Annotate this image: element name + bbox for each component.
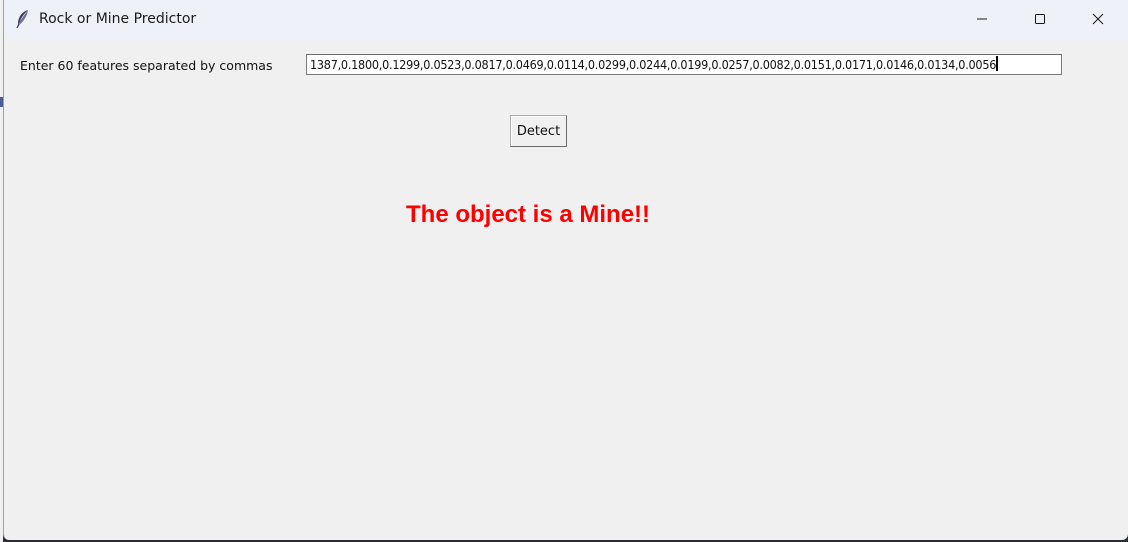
title-bar[interactable]: Rock or Mine Predictor [4, 0, 1128, 39]
detect-button-label: Detect [516, 123, 561, 139]
feather-icon [15, 9, 31, 29]
close-button[interactable] [1069, 0, 1127, 39]
minimize-icon [976, 10, 988, 29]
text-caret [996, 56, 999, 71]
close-icon [1092, 10, 1104, 29]
features-input-value: 1387,0.1800,0.1299,0.0523,0.0817,0.0469,… [310, 57, 997, 72]
result-text: The object is a Mine!! [406, 201, 651, 228]
features-input[interactable]: 1387,0.1800,0.1299,0.0523,0.0817,0.0469,… [306, 54, 1062, 75]
features-label: Enter 60 features separated by commas [20, 58, 273, 73]
app-window: Rock or Mine Predictor Enter 60 features… [3, 0, 1128, 540]
window-title: Rock or Mine Predictor [39, 11, 197, 27]
detect-button[interactable]: Detect [510, 115, 567, 147]
minimize-button[interactable] [953, 0, 1011, 39]
maximize-icon [1034, 10, 1046, 29]
maximize-button[interactable] [1011, 0, 1069, 39]
